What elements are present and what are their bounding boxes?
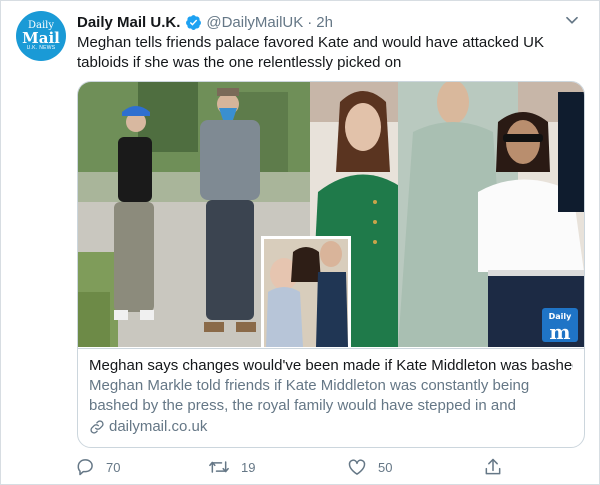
verified-badge-icon: [186, 14, 202, 30]
heart-icon: [348, 459, 366, 475]
avatar-text-mail: Mail: [22, 28, 60, 47]
chevron-down-icon[interactable]: [561, 9, 583, 31]
like-count: 50: [378, 459, 393, 475]
retweet-button[interactable]: 19: [208, 457, 255, 477]
watermark-m: m: [549, 320, 570, 344]
timestamp[interactable]: 2h: [316, 14, 333, 31]
card-photo-collage: Daily m: [78, 82, 584, 347]
card-domain-text: dailymail.co.uk: [109, 418, 208, 435]
card-image[interactable]: Daily m: [78, 82, 584, 347]
link-card[interactable]: Daily m Meghan says changes would've bee…: [77, 81, 585, 448]
avatar-text-uknews: U.K. NEWS: [26, 44, 56, 51]
reply-icon: [77, 459, 93, 476]
reply-count: 70: [106, 459, 121, 475]
card-body[interactable]: Meghan says changes would've been made i…: [78, 348, 584, 447]
tweet-actions: 70 19 50: [75, 457, 515, 479]
avatar[interactable]: Daily Mail U.K. NEWS: [16, 11, 66, 61]
card-title: Meghan says changes would've been made i…: [89, 357, 573, 374]
share-icon: [485, 458, 501, 475]
separator-dot: ·: [307, 13, 313, 31]
card-description: Meghan Markle told friends if Kate Middl…: [89, 377, 530, 414]
retweet-count: 19: [241, 459, 256, 475]
tweet-container[interactable]: Daily Mail U.K. NEWS Daily Mail U.K. @Da…: [0, 0, 600, 485]
account-handle[interactable]: @DailyMailUK: [206, 14, 303, 31]
reply-button[interactable]: 70: [75, 457, 120, 477]
link-icon: [90, 420, 104, 434]
card-domain: dailymail.co.uk: [89, 417, 573, 437]
tweet-header: Daily Mail U.K. @DailyMailUK · 2h: [77, 12, 333, 32]
like-button[interactable]: 50: [347, 457, 392, 477]
share-button[interactable]: [483, 457, 514, 477]
tweet-text: Meghan tells friends palace favored Kate…: [77, 34, 544, 71]
account-name[interactable]: Daily Mail U.K.: [77, 14, 180, 31]
retweet-icon: [209, 461, 229, 473]
